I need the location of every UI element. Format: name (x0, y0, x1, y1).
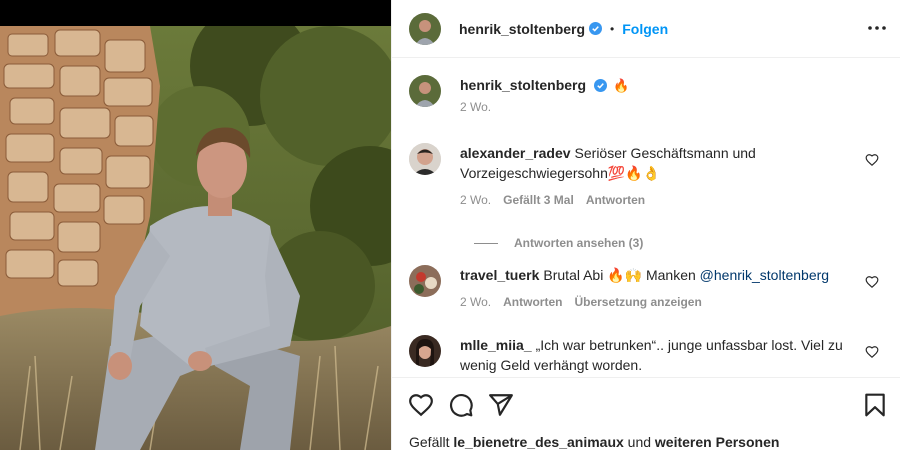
translate-button[interactable]: Übersetzung anzeigen (574, 295, 701, 309)
likes-middle: und (623, 434, 655, 450)
comment-icon[interactable] (448, 392, 474, 418)
like-comment-heart-icon[interactable] (865, 153, 879, 167)
post-dialog: henrik_stoltenberg • Folgen henrik_stolt… (0, 0, 900, 450)
header-separator: • (610, 21, 615, 36)
comment-username[interactable]: mlle_miia_ (460, 337, 532, 353)
caption-text: 🔥 (613, 78, 630, 93)
more-horizontal-icon[interactable] (865, 16, 889, 40)
comment-item: alexander_radev Seriöser Geschäftsmann un… (409, 143, 879, 207)
post-photo[interactable] (0, 0, 391, 450)
likes-summary: Gefällt le_bienetre_des_animaux und weit… (409, 434, 779, 450)
mention-link[interactable]: @henrik_stoltenberg (700, 267, 829, 283)
follow-button[interactable]: Folgen (622, 21, 668, 37)
like-comment-heart-icon[interactable] (865, 275, 879, 289)
caption-username[interactable]: henrik_stoltenberg (460, 77, 586, 93)
likes-prefix: Gefällt (409, 434, 454, 450)
share-icon[interactable] (488, 392, 514, 418)
caption-time[interactable]: 2 Wo. (460, 100, 491, 114)
comment-item: travel_tuerk Brutal Abi 🔥🙌 Manken @henrik… (409, 265, 879, 309)
comment-username[interactable]: travel_tuerk (460, 267, 539, 283)
view-replies-button[interactable]: Antworten ansehen (3) (474, 236, 643, 250)
like-comment-heart-icon[interactable] (865, 345, 879, 359)
author-username[interactable]: henrik_stoltenberg (459, 21, 585, 37)
replies-divider (474, 242, 498, 244)
verified-badge-icon (594, 79, 608, 92)
comment-avatar[interactable] (409, 335, 441, 367)
bookmark-icon[interactable] (862, 392, 888, 418)
post-actions-bar (392, 377, 900, 432)
comment-avatar[interactable] (409, 265, 441, 297)
post-side-panel: henrik_stoltenberg • Folgen henrik_stolt… (391, 0, 900, 450)
verified-badge-icon (589, 22, 603, 35)
comment-item: mlle_miia_ „Ich war betrunken“.. junge un… (409, 335, 879, 375)
liked-by-user[interactable]: le_bienetre_des_animaux (453, 434, 623, 450)
post-caption: henrik_stoltenberg 🔥 2 Wo. (409, 75, 879, 114)
comment-avatar[interactable] (409, 143, 441, 175)
comment-text: Brutal Abi 🔥🙌 Manken (543, 267, 700, 283)
photo-image (0, 26, 391, 450)
post-header: henrik_stoltenberg • Folgen (392, 0, 900, 58)
heart-icon[interactable] (408, 392, 434, 418)
view-replies-label: Antworten ansehen (3) (514, 236, 644, 250)
author-avatar[interactable] (409, 12, 441, 45)
photo-top-bar (0, 0, 391, 26)
liked-by-others[interactable]: weiteren Personen (655, 434, 780, 450)
comment-username[interactable]: alexander_radev (460, 145, 571, 161)
reply-button[interactable]: Antworten (586, 193, 645, 207)
comment-time[interactable]: 2 Wo. (460, 295, 491, 309)
caption-avatar[interactable] (409, 75, 441, 107)
comment-likes-count[interactable]: Gefällt 3 Mal (503, 193, 574, 207)
comments-list[interactable]: henrik_stoltenberg 🔥 2 Wo. alexander_rade… (392, 59, 900, 377)
reply-button[interactable]: Antworten (503, 295, 562, 309)
comment-time[interactable]: 2 Wo. (460, 193, 491, 207)
